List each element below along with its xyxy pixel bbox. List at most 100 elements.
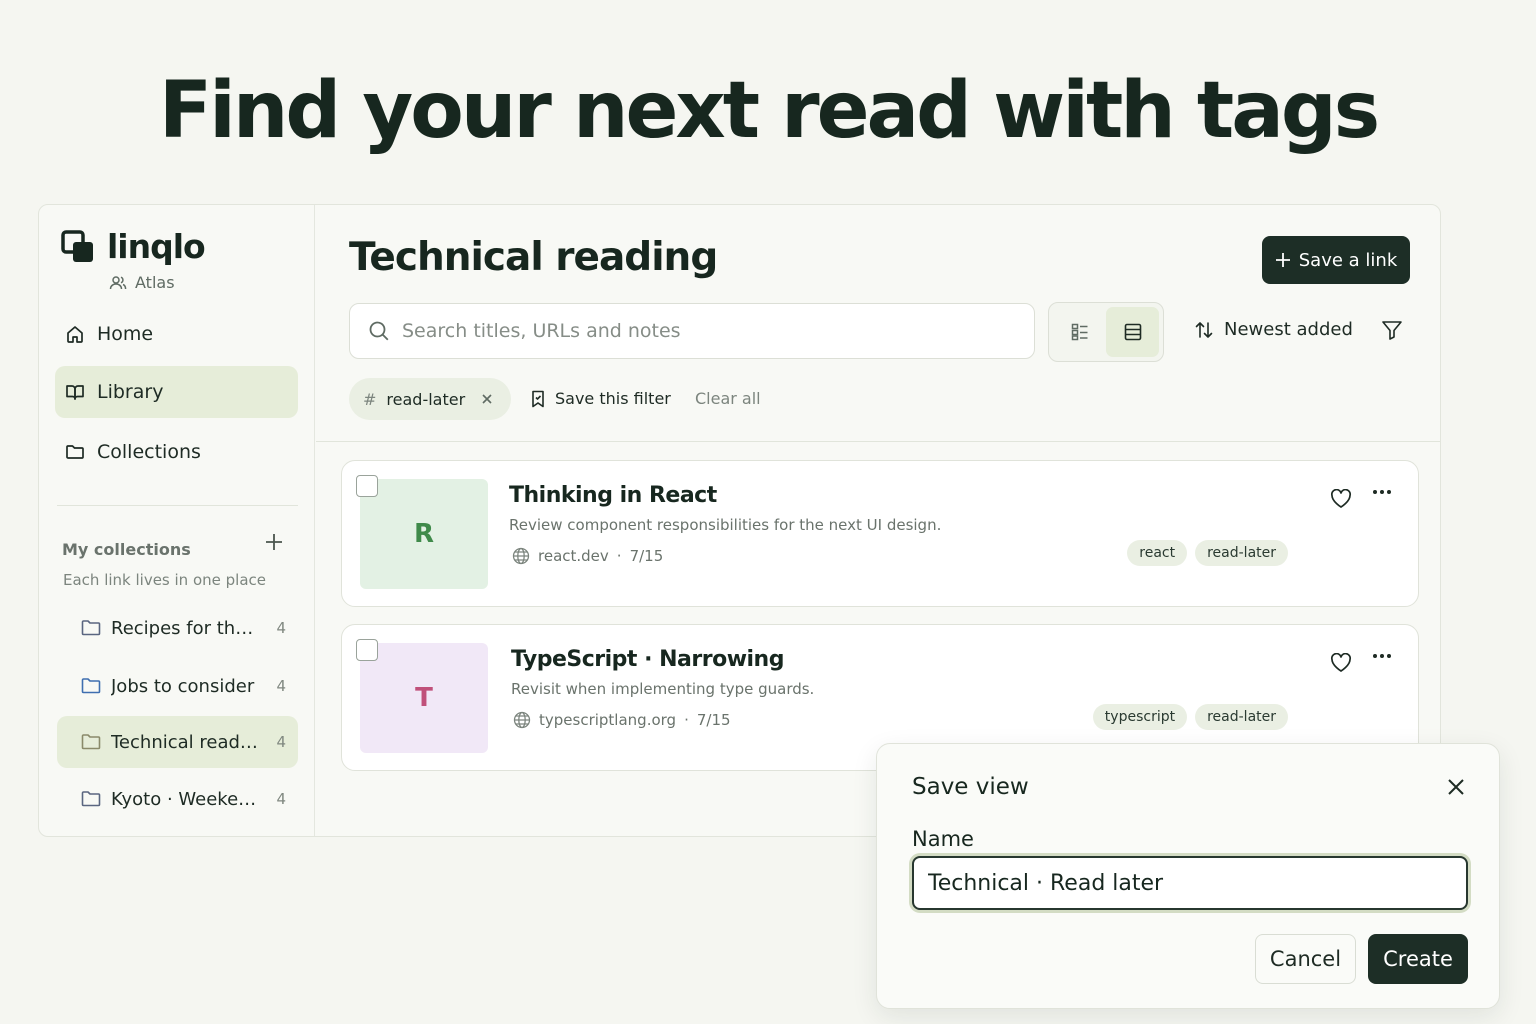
save-view-dialog: Save view Name Cancel Create: [876, 743, 1500, 1009]
save-link-button[interactable]: Save a link: [1262, 236, 1410, 284]
filter-icon: [1381, 319, 1403, 341]
sort-icon: [1194, 320, 1214, 340]
filter-button[interactable]: [1381, 319, 1403, 341]
collection-label: Technical read…: [111, 731, 258, 753]
save-filter-button[interactable]: Save this filter: [531, 389, 671, 408]
favorite-button[interactable]: [1330, 653, 1352, 673]
brand[interactable]: linqlo: [61, 227, 206, 266]
book-icon: [65, 382, 85, 402]
divider: [57, 505, 298, 506]
more-icon: [1372, 489, 1392, 495]
more-options-button[interactable]: [1372, 653, 1392, 659]
my-collections-heading: My collections: [62, 540, 191, 559]
add-collection-button[interactable]: [265, 533, 283, 551]
collection-label: Recipes for th…: [111, 617, 254, 639]
link-thumbnail: T: [360, 643, 488, 753]
folder-icon: [65, 442, 85, 462]
link-domain: react.dev: [538, 547, 609, 565]
link-tags: react read-later: [1127, 540, 1288, 566]
cancel-button[interactable]: Cancel: [1255, 934, 1356, 984]
nav-item-home[interactable]: Home: [55, 308, 298, 360]
nav-label: Home: [97, 323, 154, 345]
nav-item-library[interactable]: Library: [55, 366, 298, 418]
save-link-label: Save a link: [1298, 249, 1398, 271]
heart-icon: [1330, 653, 1352, 673]
collection-count: 4: [276, 790, 286, 808]
more-options-button[interactable]: [1372, 489, 1392, 495]
page-title: Technical reading: [349, 235, 718, 280]
heart-icon: [1330, 489, 1352, 509]
globe-icon: [513, 711, 531, 729]
sort-dropdown[interactable]: Newest added: [1194, 319, 1353, 340]
select-checkbox[interactable]: [356, 639, 378, 661]
grid-view-button[interactable]: [1053, 307, 1106, 357]
meta-separator: ·: [684, 711, 689, 729]
plus-icon: [265, 533, 283, 551]
clear-all-button[interactable]: Clear all: [695, 389, 761, 408]
favorite-button[interactable]: [1330, 489, 1352, 509]
dialog-title: Save view: [912, 774, 1029, 800]
collection-item[interactable]: Jobs to consider 4: [57, 660, 298, 712]
view-toggle: [1048, 302, 1164, 362]
link-tags: typescript read-later: [1092, 704, 1288, 730]
hash-icon: #: [363, 389, 377, 409]
link-title[interactable]: Thinking in React: [509, 483, 717, 508]
link-thumbnail: R: [360, 479, 488, 589]
grid-view-icon: [1071, 323, 1089, 341]
link-description: Review component responsibilities for th…: [509, 516, 942, 534]
link-domain: typescriptlang.org: [539, 711, 677, 729]
sort-label: Newest added: [1224, 319, 1353, 340]
list-view-icon: [1124, 323, 1142, 341]
main-panel: Technical reading Save a link Search tit…: [316, 205, 1440, 836]
collection-item-active[interactable]: Technical read… 4: [57, 716, 298, 768]
collection-label: Jobs to consider: [111, 675, 255, 697]
link-description: Revisit when implementing type guards.: [511, 680, 815, 698]
workspace-switcher[interactable]: Atlas: [109, 273, 175, 292]
search-input[interactable]: [402, 320, 1002, 342]
nav-label: Library: [97, 381, 164, 403]
collection-item[interactable]: Recipes for th… 4: [57, 602, 298, 654]
collection-count: 4: [276, 619, 286, 637]
search-bar[interactable]: [349, 303, 1035, 359]
globe-icon: [512, 547, 530, 565]
create-button[interactable]: Create: [1368, 934, 1468, 984]
remove-filter-button[interactable]: [481, 393, 493, 405]
brand-name: linqlo: [107, 227, 206, 266]
plus-icon: [1275, 252, 1291, 268]
search-icon: [368, 320, 390, 342]
folder-icon: [81, 790, 101, 808]
nav-label: Collections: [97, 441, 201, 463]
home-icon: [65, 324, 85, 344]
link-title[interactable]: TypeScript · Narrowing: [511, 647, 784, 672]
folder-icon: [81, 677, 101, 695]
view-name-input[interactable]: [912, 856, 1468, 910]
tag-badge[interactable]: typescript: [1092, 704, 1188, 730]
link-card[interactable]: R Thinking in React Review component res…: [341, 460, 1419, 607]
logo-icon: [61, 229, 95, 264]
list-view-button[interactable]: [1106, 307, 1159, 357]
close-icon: [1447, 778, 1465, 796]
select-checkbox[interactable]: [356, 475, 378, 497]
link-meta: react.dev · 7/15: [512, 547, 663, 565]
close-dialog-button[interactable]: [1447, 778, 1465, 796]
tag-badge[interactable]: read-later: [1195, 704, 1288, 730]
more-icon: [1372, 653, 1392, 659]
folder-icon: [81, 619, 101, 637]
link-date: 7/15: [629, 547, 664, 565]
link-meta: typescriptlang.org · 7/15: [513, 711, 731, 729]
collection-count: 4: [276, 677, 286, 695]
name-field-label: Name: [912, 827, 974, 851]
users-icon: [109, 274, 127, 292]
nav-item-collections[interactable]: Collections: [55, 426, 298, 478]
tag-badge[interactable]: react: [1127, 540, 1188, 566]
tag-badge[interactable]: read-later: [1195, 540, 1288, 566]
workspace-name: Atlas: [135, 273, 175, 292]
page-headline: Find your next read with tags: [158, 66, 1380, 156]
link-date: 7/15: [696, 711, 731, 729]
divider: [316, 441, 1440, 442]
save-filter-label: Save this filter: [555, 389, 671, 408]
active-tag-filter[interactable]: # read-later: [349, 378, 511, 420]
collection-label: Kyoto · Weeke…: [111, 788, 257, 810]
collection-item[interactable]: Kyoto · Weeke… 4: [57, 773, 298, 825]
collection-count: 4: [276, 733, 286, 751]
